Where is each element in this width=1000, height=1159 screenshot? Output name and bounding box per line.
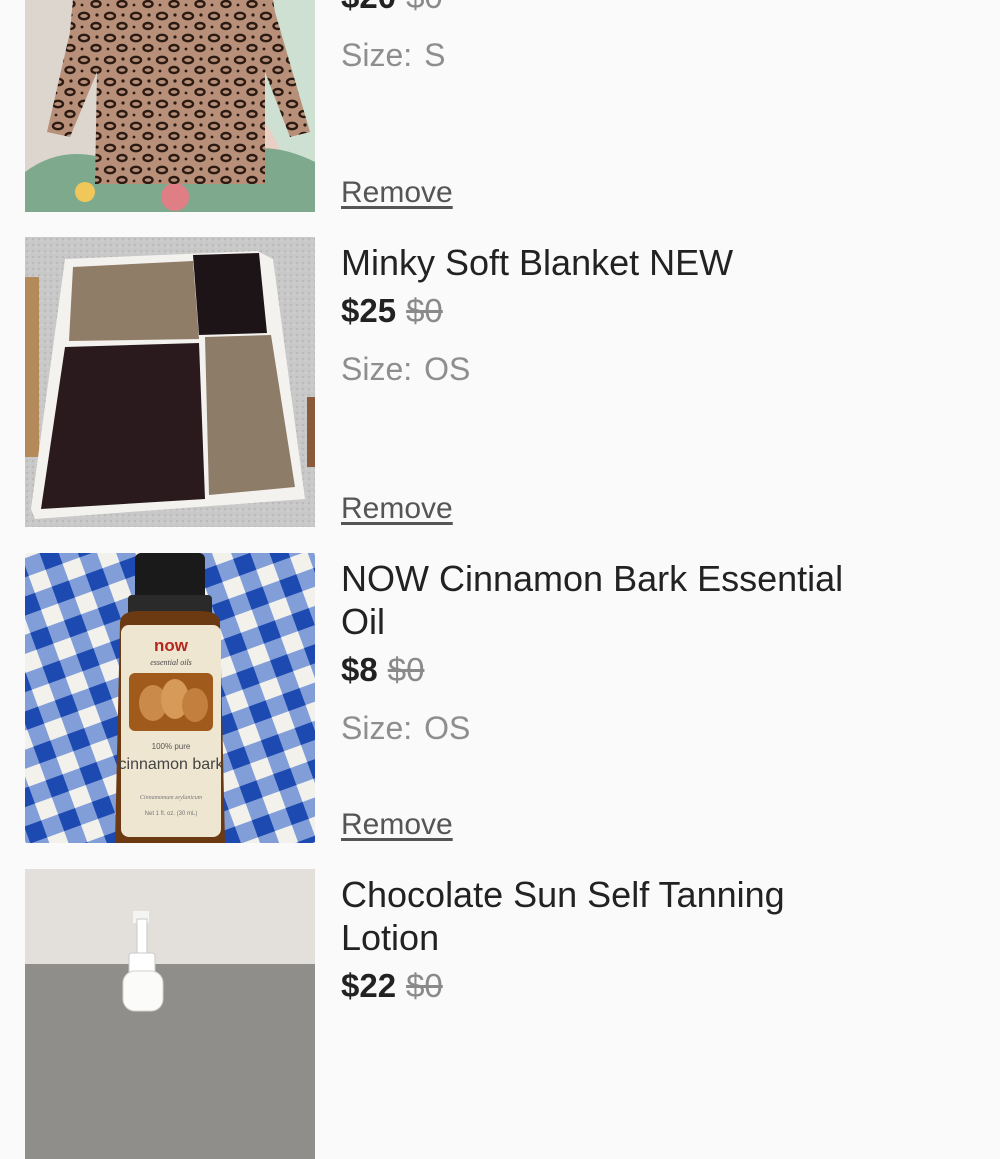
price-row: $20 $0 — [341, 0, 881, 17]
original-price: $0 — [387, 651, 425, 688]
price: $20 — [341, 0, 396, 15]
size-label: Size: — [341, 37, 413, 73]
item-title[interactable]: NOW Cinnamon Bark Essential Oil — [341, 557, 881, 643]
original-price: $0 — [406, 967, 443, 1004]
price-row: $22 $0 — [341, 966, 881, 1006]
original-price: $0 — [406, 0, 443, 15]
bottle-volume: Net 1 fl. oz. (30 mL) — [145, 811, 198, 817]
original-price: $0 — [406, 292, 443, 329]
size-label: Size: — [341, 710, 413, 746]
bottle-name: cinnamon bark — [119, 756, 225, 773]
price: $22 — [341, 967, 397, 1004]
size-row: Size: OS — [341, 349, 881, 389]
price-row: $8 $0 — [341, 650, 881, 690]
price: $25 — [341, 292, 397, 329]
price: $8 — [341, 651, 378, 688]
remove-button[interactable]: Remove — [341, 807, 453, 843]
bottle-latin: Cinnamomum zeylanicum — [140, 795, 203, 801]
bottle-purity: 100% pure — [152, 742, 191, 751]
price-row: $25 $0 — [341, 291, 881, 331]
size-row: Size: OS — [341, 708, 881, 748]
item-title[interactable]: Minky Soft Blanket NEW — [341, 241, 881, 284]
size-value: OS — [424, 351, 471, 387]
bottle-brand: now — [154, 636, 189, 655]
remove-button[interactable]: Remove — [341, 175, 453, 211]
item-title[interactable]: Chocolate Sun Self Tanning Lotion — [341, 873, 881, 959]
size-value: OS — [424, 710, 471, 746]
bottle-line: essential oils — [150, 658, 192, 667]
essential-oil-image[interactable]: now essential oils 100% pure cinnamon ba… — [25, 553, 315, 843]
blanket-image[interactable] — [25, 237, 315, 527]
size-row: Size: S — [341, 35, 881, 75]
leopard-top-image[interactable] — [25, 0, 315, 212]
lotion-image[interactable] — [25, 869, 315, 1159]
size-label: Size: — [341, 351, 413, 387]
remove-button[interactable]: Remove — [341, 491, 453, 527]
size-value: S — [424, 37, 446, 73]
